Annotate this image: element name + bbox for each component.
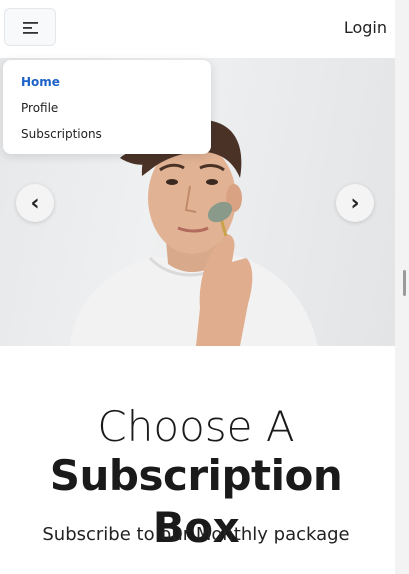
page-scrollbar[interactable] [395,0,409,574]
login-link[interactable]: Login [344,18,387,37]
nav-dropdown-menu: Home Profile Subscriptions [3,60,211,154]
hamburger-menu-icon [23,22,38,34]
carousel-prev-button[interactable]: ‹ [16,184,54,222]
chevron-left-icon: ‹ [30,190,40,216]
carousel-next-button[interactable]: › [336,184,374,222]
scrollbar-thumb[interactable] [403,270,406,296]
hero-heading-line1: Choose A [97,402,295,451]
top-navbar: Login [0,0,395,58]
menu-item-subscriptions[interactable]: Subscriptions [21,127,102,141]
menu-item-home[interactable]: Home [21,75,60,89]
hero-subtitle: Subscribe to our Monthly package [42,524,350,545]
chevron-right-icon: › [350,190,360,216]
menu-item-profile[interactable]: Profile [21,101,58,115]
menu-toggle-button[interactable] [4,8,56,46]
